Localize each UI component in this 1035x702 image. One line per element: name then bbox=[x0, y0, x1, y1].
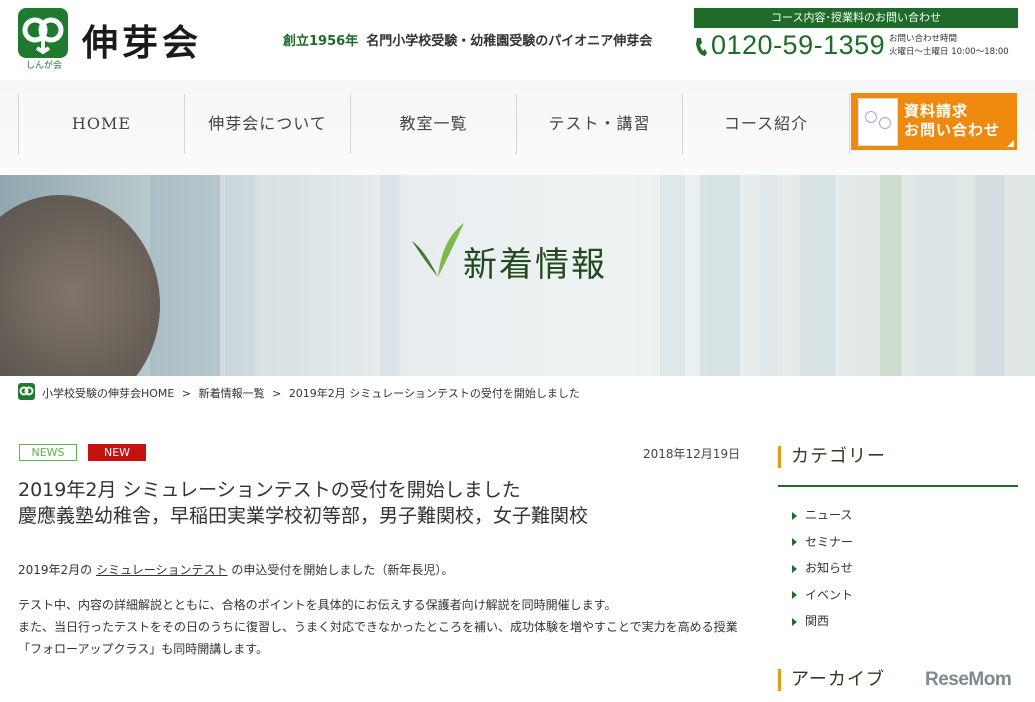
category-label: お知らせ bbox=[805, 561, 853, 575]
p2-line-3: 「フォローアップクラス」も同時開講します。 bbox=[18, 642, 269, 656]
breadcrumb-separator: > bbox=[272, 387, 282, 400]
category-label: 関西 bbox=[805, 614, 830, 628]
p2-line-2: また、当日行ったテストをその日のうちに復習し、うまく対応できなかったところを補い… bbox=[18, 620, 738, 634]
category-item-notice[interactable]: お知らせ bbox=[792, 558, 853, 585]
breadcrumb-current: 2019年2月 シミュレーションテストの受付を開始しました bbox=[288, 387, 580, 400]
category-divider bbox=[778, 485, 1018, 487]
triangle-right-icon bbox=[792, 564, 797, 573]
brochure-request-button[interactable]: 資料請求 お問い合わせ bbox=[851, 93, 1017, 150]
nav-home[interactable]: HOME bbox=[18, 94, 184, 154]
logo-wordmark[interactable]: 伸芽会 bbox=[82, 14, 202, 66]
triangle-right-icon bbox=[792, 538, 797, 546]
hours-value: 火曜日～土曜日 10:00～18:00 bbox=[889, 47, 1009, 57]
article-paragraph-2: テスト中、内容の詳細解説とともに、合格のポイントを具体的にお伝えする保護者向け解… bbox=[18, 594, 738, 660]
breadcrumb-home[interactable]: 小学校受験の伸芽会HOME bbox=[42, 387, 174, 400]
nav-tests[interactable]: テスト・講習 bbox=[516, 94, 682, 154]
cta-line-2: お問い合わせ bbox=[904, 121, 1001, 139]
triangle-right-icon bbox=[792, 511, 797, 520]
inquiry-banner: コース内容･授業料のお問い合わせ bbox=[694, 8, 1018, 28]
category-item-kansai[interactable]: 関西 bbox=[792, 611, 853, 638]
founded-year: 創立1956年 bbox=[283, 34, 359, 49]
triangle-right-icon bbox=[792, 591, 797, 599]
home-logo-icon bbox=[18, 383, 35, 400]
nav-about[interactable]: 伸芽会について bbox=[184, 94, 350, 154]
phone-icon bbox=[696, 38, 707, 56]
archive-heading: アーカイブ bbox=[778, 669, 918, 691]
category-label: イベント bbox=[805, 587, 854, 602]
triangle-right-icon bbox=[792, 617, 797, 626]
p1-text-before: 2019年2月の bbox=[18, 563, 93, 577]
shingakai-logo-icon[interactable] bbox=[18, 8, 68, 58]
category-label: セミナー bbox=[805, 534, 854, 549]
category-item-news[interactable]: ニュース bbox=[792, 505, 853, 532]
hours-label: お問い合わせ時間 bbox=[889, 34, 958, 44]
tagline: 創立1956年 名門小学校受験・幼稚園受験のパイオニア伸芽会 bbox=[283, 30, 652, 49]
logo-subtitle: しんが会 bbox=[25, 61, 62, 71]
nav-classrooms[interactable]: 教室一覧 bbox=[350, 94, 516, 154]
cta-label: 資料請求 お問い合わせ bbox=[904, 102, 1000, 140]
article-title: 2019年2月 シミュレーションテストの受付を開始しました 慶應義塾幼稚舎，早稲… bbox=[18, 477, 588, 529]
breadcrumb-news-list[interactable]: 新着情報一覧 bbox=[199, 387, 265, 400]
cta-line-1: 資料請求 bbox=[904, 102, 969, 120]
article-paragraph-1: 2019年2月の シミュレーションテスト の申込受付を開始しました（新年長児）。 bbox=[18, 561, 453, 578]
p1-text-after: の申込受付を開始しました（新年長児）。 bbox=[231, 563, 454, 577]
brochure-icon bbox=[858, 98, 898, 146]
hero-banner: 新着情報 bbox=[0, 175, 1035, 376]
simulation-test-link[interactable]: シミュレーションテスト bbox=[96, 563, 228, 577]
resemom-watermark: ReseMom bbox=[925, 669, 1012, 690]
tagline-text: 名門小学校受験・幼稚園受験のパイオニア伸芽会 bbox=[366, 34, 653, 49]
contact-hours: お問い合わせ時間 火曜日～土曜日 10:00～18:00 bbox=[889, 33, 1009, 59]
post-date: 2018年12月19日 bbox=[643, 447, 741, 461]
nav-courses[interactable]: コース紹介 bbox=[682, 94, 850, 154]
p2-line-1: テスト中、内容の詳細解説とともに、合格のポイントを具体的にお伝えする保護者向け解… bbox=[18, 598, 617, 612]
article-title-line-2: 慶應義塾幼稚舎，早稲田実業学校初等部，男子難関校，女子難関校 bbox=[18, 505, 589, 527]
category-heading: カテゴリー bbox=[778, 446, 1018, 468]
child-photo bbox=[0, 195, 160, 376]
category-label: ニュース bbox=[805, 508, 853, 522]
phone-number[interactable]: 0120-59-1359 bbox=[711, 30, 885, 61]
main-nav: HOME 伸芽会について 教室一覧 テスト・講習 コース紹介 資料請求 お問い合… bbox=[0, 80, 1035, 175]
new-badge: NEW bbox=[88, 444, 146, 461]
corner-arrow-icon bbox=[1007, 140, 1014, 147]
article-title-line-1: 2019年2月 シミュレーションテストの受付を開始しました bbox=[18, 479, 521, 501]
sprout-leaf-icon bbox=[412, 223, 464, 277]
category-item-event[interactable]: イベント bbox=[792, 585, 853, 612]
breadcrumb-separator: > bbox=[181, 387, 192, 400]
page-title: 新着情報 bbox=[463, 245, 607, 285]
category-list: ニュース セミナー お知らせ イベント 関西 bbox=[792, 505, 853, 638]
site-header: しんが会 伸芽会 創立1956年 名門小学校受験・幼稚園受験のパイオニア伸芽会 コ… bbox=[0, 0, 1035, 80]
category-item-seminar[interactable]: セミナー bbox=[792, 532, 853, 559]
news-badge: NEWS bbox=[19, 444, 77, 461]
